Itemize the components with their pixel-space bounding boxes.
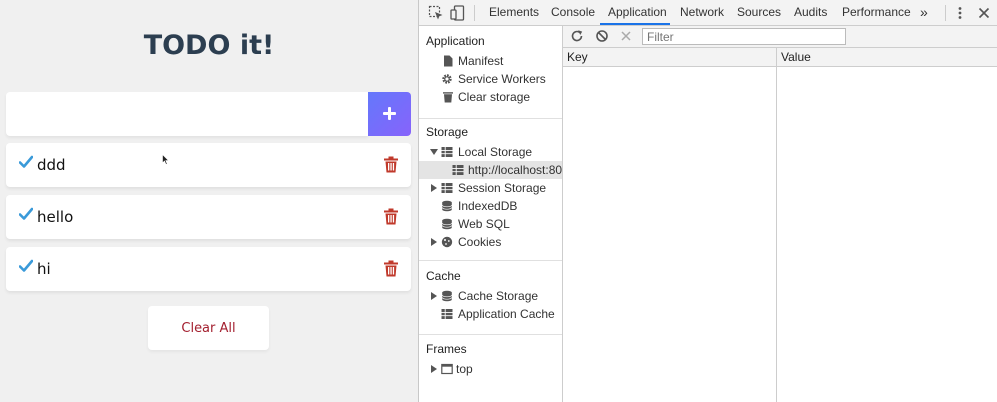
storage-grid-header: Key Value	[563, 48, 997, 67]
sidebar-item-clear-storage[interactable]: Clear storage	[419, 88, 562, 106]
more-options-icon[interactable]	[952, 5, 968, 21]
todo-item: hello	[6, 195, 411, 239]
todo-item: ddd	[6, 143, 411, 187]
sidebar-item-label: http://localhost:8080	[468, 163, 563, 177]
sidebar-item-label: top	[456, 362, 473, 376]
section-divider	[419, 260, 562, 261]
todo-item: hi	[6, 247, 411, 291]
trash-icon[interactable]	[383, 260, 399, 277]
tab-audits[interactable]: Audits	[794, 0, 827, 26]
cookie-icon	[441, 236, 453, 248]
table-grid-icon	[441, 309, 453, 319]
sidebar-item-label: Cache Storage	[458, 289, 539, 303]
close-icon[interactable]	[976, 5, 992, 21]
sidebar-item-label: Web SQL	[458, 217, 510, 231]
column-header-value[interactable]: Value	[781, 50, 811, 64]
database-icon	[441, 200, 453, 212]
sidebar-item-frame-top[interactable]: top	[419, 360, 562, 378]
sidebar-item-local-storage[interactable]: Local Storage	[419, 143, 562, 161]
mouse-cursor-icon	[162, 154, 169, 165]
trash-icon	[443, 92, 453, 103]
sidebar-item-indexeddb[interactable]: IndexedDB	[419, 197, 562, 215]
todo-app: TODO it! ddd hello hi Clear All	[0, 0, 418, 402]
active-tab-indicator	[600, 23, 670, 25]
check-icon[interactable]	[19, 155, 33, 169]
sidebar-item-websql[interactable]: Web SQL	[419, 215, 562, 233]
inspect-element-icon[interactable]	[428, 5, 444, 21]
triangle-right-icon[interactable]	[430, 292, 438, 300]
column-header-key[interactable]: Key	[567, 50, 588, 64]
device-toolbar-icon[interactable]	[450, 5, 466, 21]
tab-sources[interactable]: Sources	[737, 0, 781, 26]
document-icon	[444, 55, 453, 67]
check-icon[interactable]	[19, 259, 33, 273]
devtools-panel: Elements Console Application Network Sou…	[418, 0, 997, 402]
sidebar-item-label: Cookies	[458, 235, 502, 249]
column-divider[interactable]	[776, 48, 777, 402]
section-title-application: Application	[426, 34, 485, 48]
trash-icon[interactable]	[383, 208, 399, 225]
sidebar-item-label: Clear storage	[458, 90, 531, 104]
todo-text: ddd	[37, 156, 66, 174]
sidebar-item-label: Application Cache	[458, 307, 555, 321]
tab-elements[interactable]: Elements	[489, 0, 539, 26]
sidebar-item-label: IndexedDB	[458, 199, 518, 213]
refresh-icon[interactable]	[570, 29, 584, 43]
check-icon[interactable]	[19, 207, 33, 221]
devtools-toolbar: Elements Console Application Network Sou…	[419, 0, 997, 26]
section-title-frames: Frames	[426, 342, 467, 356]
section-divider	[419, 334, 562, 335]
sidebar-item-label: Session Storage	[458, 181, 547, 195]
tab-console[interactable]: Console	[551, 0, 595, 26]
sidebar-item-manifest[interactable]: Manifest	[419, 52, 562, 70]
input-row	[6, 92, 411, 136]
triangle-right-icon[interactable]	[430, 184, 438, 192]
sidebar-item-session-storage[interactable]: Session Storage	[419, 179, 562, 197]
table-grid-icon	[452, 165, 464, 175]
toolbar-separator	[474, 5, 475, 21]
sidebar-item-localhost-origin[interactable]: http://localhost:8080	[419, 161, 563, 179]
add-todo-button[interactable]	[368, 92, 411, 136]
delete-selected-icon[interactable]	[619, 29, 633, 43]
app-title: TODO it!	[143, 30, 275, 61]
clear-all-button[interactable]: Clear All	[148, 306, 269, 350]
section-title-cache: Cache	[426, 269, 461, 283]
section-divider	[419, 118, 562, 119]
sidebar-item-service-workers[interactable]: Service Workers	[419, 70, 562, 88]
storage-toolbar	[563, 26, 997, 48]
more-tabs-icon[interactable]: »	[920, 0, 928, 26]
tab-network[interactable]: Network	[680, 0, 724, 26]
sidebar-item-label: Local Storage	[458, 145, 533, 159]
frame-window-icon	[441, 363, 453, 375]
toolbar-separator	[945, 5, 946, 21]
clear-all-icon[interactable]	[595, 29, 609, 43]
sidebar-item-label: Manifest	[458, 54, 504, 68]
sidebar-item-application-cache[interactable]: Application Cache	[419, 305, 562, 323]
todo-text: hello	[37, 208, 74, 226]
triangle-down-icon[interactable]	[430, 148, 438, 156]
database-icon	[441, 218, 453, 230]
triangle-right-icon[interactable]	[430, 365, 438, 373]
database-icon	[441, 290, 453, 302]
table-grid-icon	[441, 183, 453, 193]
todo-input[interactable]	[6, 92, 368, 136]
filter-input[interactable]	[642, 28, 846, 45]
sidebar-item-label: Service Workers	[458, 72, 546, 86]
section-title-storage: Storage	[426, 125, 469, 139]
table-grid-icon	[441, 147, 453, 157]
trash-icon[interactable]	[383, 156, 399, 173]
tab-performance[interactable]: Performance	[842, 0, 911, 26]
sidebar-item-cache-storage[interactable]: Cache Storage	[419, 287, 562, 305]
triangle-right-icon[interactable]	[430, 238, 438, 246]
sidebar-item-cookies[interactable]: Cookies	[419, 233, 562, 251]
application-sidebar: Application Manifest Service Workers Cle…	[419, 26, 563, 402]
todo-text: hi	[37, 260, 51, 278]
gear-icon	[442, 74, 452, 84]
